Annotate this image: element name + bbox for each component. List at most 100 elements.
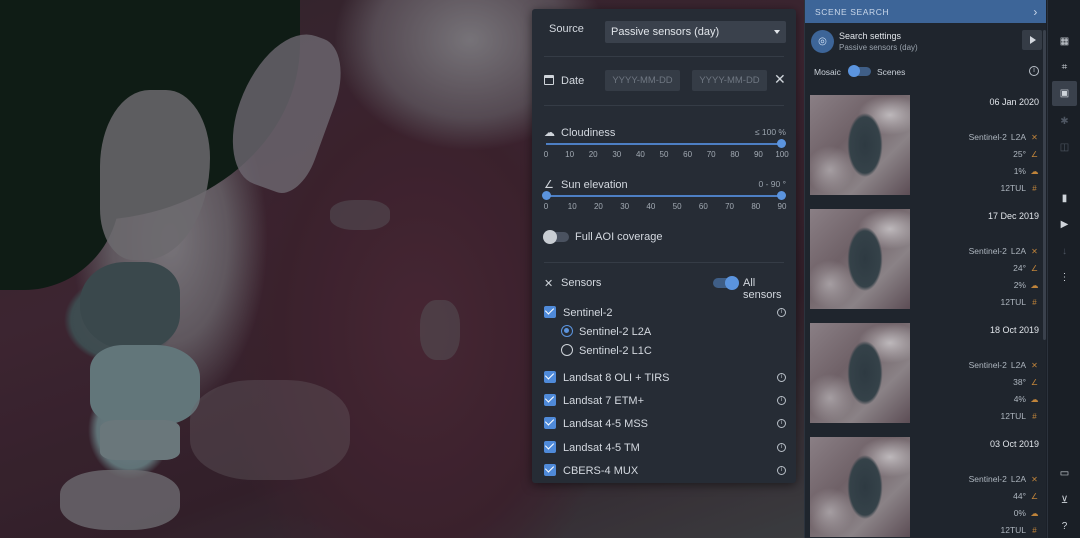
scene-level: L2A: [1010, 360, 1026, 370]
scene-card[interactable]: 06 Jan 2020 Sentinel-2 L2A ✕ 25° ∠ 1% ☁ 12TU…: [805, 95, 1047, 201]
grid-icon: #: [1032, 297, 1037, 307]
scene-thumbnail[interactable]: [810, 437, 910, 537]
scene-tile-line: 12TUL #: [1000, 183, 1039, 193]
satellite-icon: ✕: [1031, 246, 1038, 256]
scene-cloud: 2%: [1013, 280, 1026, 290]
scene-card[interactable]: 17 Dec 2019 Sentinel-2 L2A ✕ 24° ∠ 2% ☁ 12TU…: [805, 209, 1047, 315]
tick-label: 60: [698, 202, 708, 211]
date-to-input[interactable]: YYYY-MM-DD: [692, 70, 767, 91]
sun-elevation-min-handle[interactable]: [542, 191, 551, 200]
chevron-right-icon[interactable]: ›: [1033, 5, 1038, 19]
info-icon[interactable]: i: [777, 308, 786, 317]
download-icon[interactable]: ↓: [1056, 243, 1073, 260]
info-icon[interactable]: i: [777, 443, 786, 452]
scene-level: L2A: [1010, 132, 1026, 142]
sentinel-2-l1c-radio[interactable]: [561, 344, 573, 356]
cbers-4-checkbox[interactable]: [544, 464, 556, 476]
sensor-name: Landsat 7 ETM+: [563, 395, 645, 407]
scene-card[interactable]: 18 Oct 2019 Sentinel-2 L2A ✕ 38° ∠ 4% ☁ 12TU…: [805, 323, 1047, 429]
caret-down-icon: [774, 30, 780, 34]
info-icon[interactable]: i: [777, 373, 786, 382]
info-icon[interactable]: i: [777, 466, 786, 475]
sun-elevation-max-handle[interactable]: [777, 191, 786, 200]
search-settings[interactable]: ◎ Search settings Passive sensors (day): [805, 28, 1047, 58]
cloudiness-track[interactable]: [546, 143, 782, 145]
landsat-8-checkbox[interactable]: [544, 371, 556, 383]
sentinel-2-l2a-radio[interactable]: [561, 325, 573, 337]
cloudiness-value: ≤ 100 %: [754, 127, 786, 137]
scene-cloud-line: 2% ☁: [1014, 280, 1039, 290]
scene-sun: 24°: [1013, 263, 1026, 273]
sensor-name: Landsat 8 OLI + TIRS: [563, 372, 670, 384]
clear-date-icon[interactable]: ✕: [774, 71, 786, 88]
scene-level: L2A: [1010, 474, 1026, 484]
grid-icon: #: [1032, 525, 1037, 535]
sun-elevation-track[interactable]: [546, 195, 782, 197]
tick-label: 40: [635, 150, 645, 159]
tick-label: 0: [543, 202, 549, 211]
scene-sun-line: 44° ∠: [1013, 491, 1039, 501]
scene-card[interactable]: 03 Oct 2019 Sentinel-2 L2A ✕ 44° ∠ 0% ☁ 12TU…: [805, 437, 1047, 538]
tick-label: 90: [777, 202, 787, 211]
full-aoi-toggle[interactable]: [543, 230, 569, 244]
angle-icon: ∠: [1030, 377, 1039, 387]
scene-sensor: Sentinel-2: [968, 360, 1007, 370]
info-icon[interactable]: i: [777, 419, 786, 428]
scene-date: 18 Oct 2019: [989, 325, 1039, 335]
divider: [544, 105, 784, 106]
scene-sensor: Sentinel-2: [968, 132, 1007, 142]
date-from-input[interactable]: YYYY-MM-DD: [605, 70, 680, 91]
tick-label: 30: [612, 150, 622, 159]
help-icon[interactable]: ?: [1056, 518, 1073, 535]
search-play-button[interactable]: [1022, 30, 1042, 50]
sentinel-2-checkbox[interactable]: [544, 306, 556, 318]
filter-panel: Source Passive sensors (day) Date YYYY-M…: [532, 9, 796, 483]
tick-label: 10: [565, 150, 575, 159]
chart-icon[interactable]: ▮: [1056, 190, 1073, 207]
mosaic-scenes-toggle[interactable]: [848, 65, 871, 77]
scene-cloud-line: 1% ☁: [1014, 166, 1039, 176]
sun-elevation-label: Sun elevation: [561, 179, 628, 191]
scene-level: L2A: [1010, 246, 1026, 256]
landsat-45-tm-checkbox[interactable]: [544, 441, 556, 453]
cloud-icon: ☁: [1030, 508, 1039, 518]
sensors-label: Sensors: [561, 277, 602, 289]
scene-thumbnail[interactable]: [810, 323, 910, 423]
cloud-icon: ☁: [1030, 394, 1039, 404]
tick-label: 70: [725, 202, 734, 211]
grid-icon: #: [1032, 411, 1037, 421]
cloudiness-ticks: 0 10 20 30 40 50 60 70 80 90 100: [544, 150, 789, 160]
scene-sun-line: 24° ∠: [1013, 263, 1039, 273]
divider: [544, 262, 784, 263]
scene-sensor-line: Sentinel-2 L2A ✕: [969, 360, 1039, 370]
compare-icon[interactable]: ◫: [1056, 139, 1073, 156]
scrollbar[interactable]: [1043, 30, 1046, 340]
landsat-7-checkbox[interactable]: [544, 394, 556, 406]
search-settings-title: Search settings: [839, 31, 902, 41]
scenes-label: Scenes: [877, 67, 906, 77]
tick-label: 80: [751, 202, 761, 211]
scene-thumbnail[interactable]: [810, 95, 910, 195]
landsat-45-mss-checkbox[interactable]: [544, 417, 556, 429]
image-icon[interactable]: ▣: [1052, 81, 1077, 106]
info-icon[interactable]: i: [1029, 66, 1039, 76]
scene-search-title: SCENE SEARCH: [815, 6, 890, 17]
cloudiness-slider-handle[interactable]: [777, 139, 786, 148]
more-icon[interactable]: ⋮: [1056, 269, 1073, 286]
cart-icon[interactable]: ⊻: [1056, 492, 1073, 509]
scene-thumbnail[interactable]: [810, 209, 910, 309]
info-icon[interactable]: i: [777, 396, 786, 405]
cloud-icon: ☁: [1030, 280, 1039, 290]
sun-elevation-ticks: 0 10 20 30 40 50 60 70 80 90: [543, 202, 787, 212]
comment-icon[interactable]: ▭: [1056, 465, 1073, 482]
angle-icon: ∠: [1030, 491, 1039, 501]
settings-icon[interactable]: ✱: [1056, 113, 1073, 130]
timelapse-icon[interactable]: ▶: [1056, 216, 1073, 233]
all-sensors-toggle[interactable]: [713, 276, 739, 290]
scene-sun: 25°: [1013, 149, 1026, 159]
layers-icon[interactable]: ▦: [1056, 33, 1073, 50]
tick-label: 20: [588, 150, 598, 159]
angle-icon: ∠: [544, 179, 554, 191]
aoi-crop-icon[interactable]: ⌗: [1056, 59, 1073, 76]
source-select[interactable]: Passive sensors (day): [605, 21, 786, 43]
